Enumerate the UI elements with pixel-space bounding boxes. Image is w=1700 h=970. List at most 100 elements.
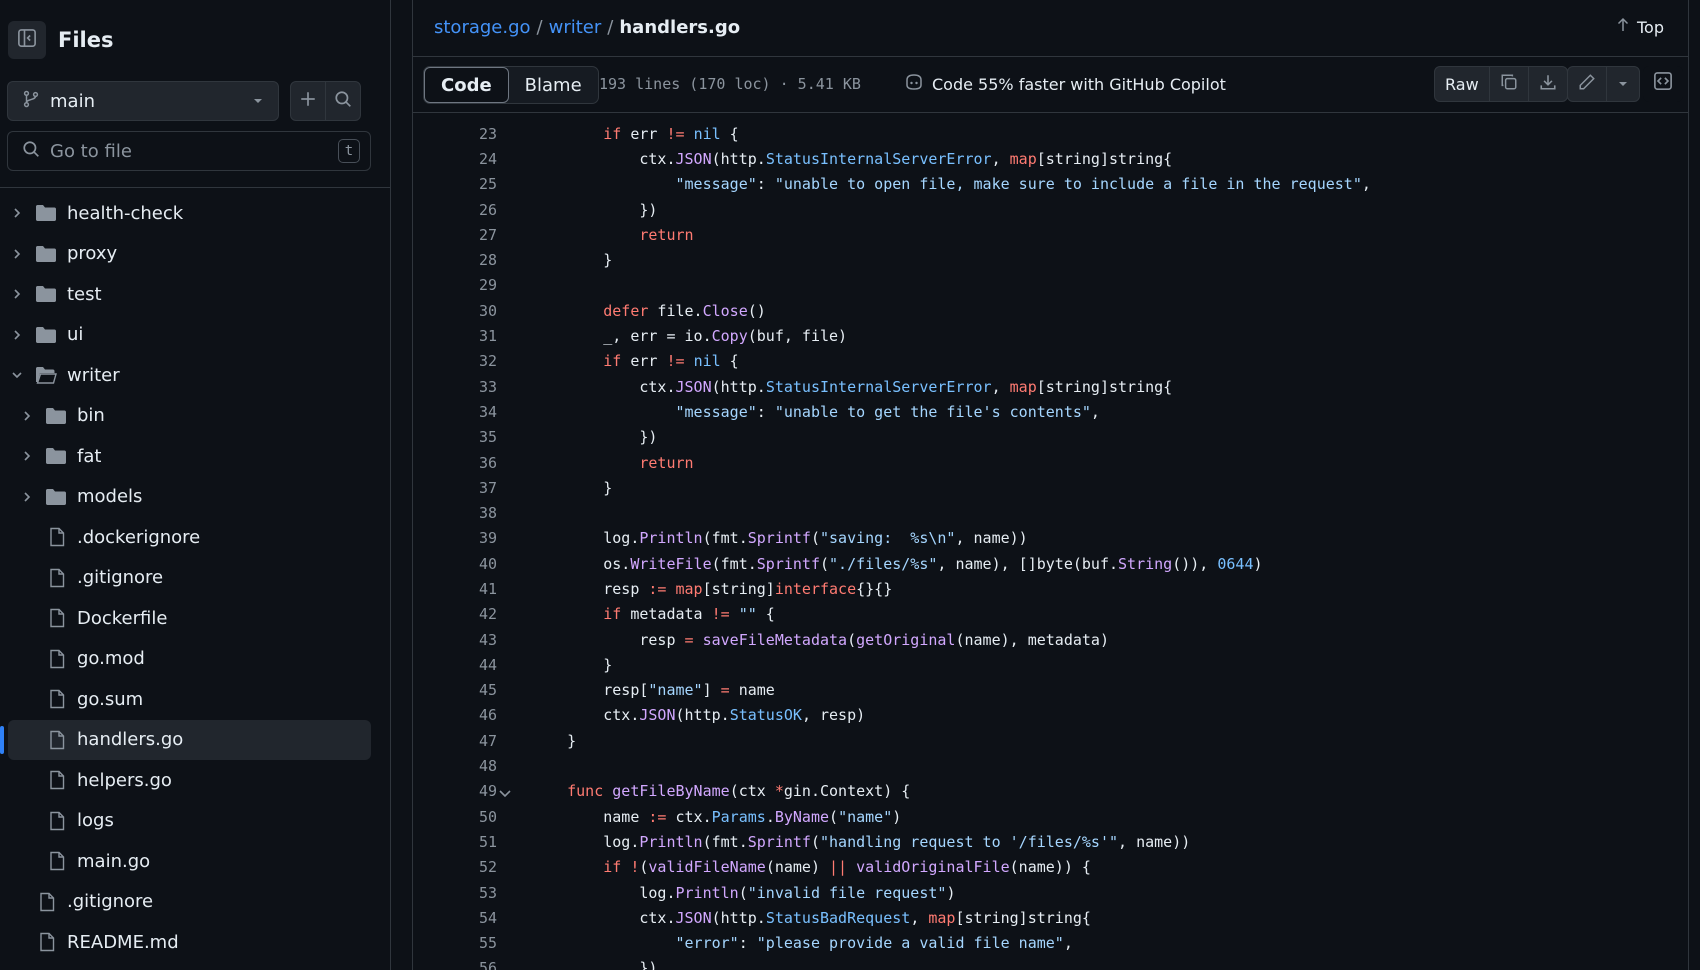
tree-file-dockerignore[interactable]: .dockerignore xyxy=(0,517,390,558)
collapse-sidebar-button[interactable] xyxy=(8,21,46,59)
go-to-file-input[interactable] xyxy=(50,140,338,162)
tree-folder-bin[interactable]: bin xyxy=(0,396,390,437)
line-number[interactable]: 56 xyxy=(437,959,497,970)
copy-raw-button[interactable] xyxy=(1490,67,1529,101)
code-token: Copy xyxy=(711,327,748,346)
file-icon xyxy=(48,851,66,871)
folder-icon xyxy=(45,406,67,426)
code-text: ctx.JSON(http.StatusInternalServerError,… xyxy=(531,150,1172,168)
sidebar-header: Files xyxy=(8,20,113,60)
tree-folder-proxy[interactable]: proxy xyxy=(0,234,390,275)
tree-folder-test[interactable]: test xyxy=(0,274,390,315)
search-code-button[interactable] xyxy=(325,81,361,121)
tree-file-logs[interactable]: logs xyxy=(0,801,390,842)
line-number[interactable]: 25 xyxy=(437,175,497,193)
tree-item-label: .dockerignore xyxy=(77,526,201,548)
code-line: 38 xyxy=(413,500,1689,525)
tree-file-gitignore[interactable]: .gitignore xyxy=(0,882,390,923)
code-token: "please provide a valid file name" xyxy=(756,934,1064,953)
scrollbar[interactable] xyxy=(1688,0,1700,970)
chevron-right-icon[interactable] xyxy=(20,490,34,504)
tree-file-handlers-go[interactable]: handlers.go xyxy=(0,719,371,760)
line-number[interactable]: 46 xyxy=(437,706,497,724)
line-number[interactable]: 43 xyxy=(437,631,497,649)
back-to-top-button[interactable]: Top xyxy=(1616,17,1664,37)
line-number[interactable]: 38 xyxy=(437,504,497,522)
tree-file-helpers-go[interactable]: helpers.go xyxy=(0,760,390,801)
line-number[interactable]: 51 xyxy=(437,833,497,851)
line-number[interactable]: 30 xyxy=(437,302,497,320)
breadcrumb-repo-link[interactable]: storage.go xyxy=(434,17,531,38)
line-number[interactable]: 54 xyxy=(437,909,497,927)
line-number[interactable]: 48 xyxy=(437,757,497,775)
chevron-right-icon[interactable] xyxy=(10,287,24,301)
tree-file-go-mod[interactable]: go.mod xyxy=(0,639,390,680)
chevron-right-icon[interactable] xyxy=(20,449,34,463)
code-line: 49 func getFileByName(ctx *gin.Context) … xyxy=(413,779,1689,804)
code-token: StatusOK xyxy=(729,706,802,725)
code-token: if xyxy=(603,352,622,371)
edit-options-dropdown[interactable] xyxy=(1607,67,1639,101)
line-number[interactable]: 31 xyxy=(437,327,497,345)
tree-folder-models[interactable]: models xyxy=(0,477,390,518)
tab-code[interactable]: Code xyxy=(424,67,509,103)
chevron-right-icon[interactable] xyxy=(10,328,24,342)
branch-selector[interactable]: main xyxy=(7,81,279,121)
tree-file-dockerfile[interactable]: Dockerfile xyxy=(0,598,390,639)
line-number[interactable]: 34 xyxy=(437,403,497,421)
tree-folder-writer[interactable]: writer xyxy=(0,355,390,396)
line-number[interactable]: 33 xyxy=(437,378,497,396)
code-text: defer file.Close() xyxy=(531,302,766,320)
line-number[interactable]: 53 xyxy=(437,884,497,902)
raw-button[interactable]: Raw xyxy=(1435,67,1490,101)
line-number[interactable]: 55 xyxy=(437,934,497,952)
line-number[interactable]: 40 xyxy=(437,555,497,573)
line-number[interactable]: 28 xyxy=(437,251,497,269)
code-token: getFileByName xyxy=(612,782,730,801)
chevron-right-icon[interactable] xyxy=(10,247,24,261)
line-number[interactable]: 24 xyxy=(437,150,497,168)
tree-file-readme-md[interactable]: README.md xyxy=(0,922,390,963)
line-number[interactable]: 23 xyxy=(437,125,497,143)
line-number[interactable]: 41 xyxy=(437,580,497,598)
download-button[interactable] xyxy=(1529,67,1567,101)
code-token: }) xyxy=(531,959,658,970)
line-number[interactable]: 39 xyxy=(437,529,497,547)
chevron-down-icon[interactable] xyxy=(10,368,24,382)
chevron-right-icon[interactable] xyxy=(10,206,24,220)
line-number[interactable]: 42 xyxy=(437,605,497,623)
line-number[interactable]: 29 xyxy=(437,276,497,294)
code-line: 32 if err != nil { xyxy=(413,349,1689,374)
tree-file-go-sum[interactable]: go.sum xyxy=(0,679,390,720)
chevron-right-icon[interactable] xyxy=(20,409,34,423)
line-number[interactable]: 52 xyxy=(437,858,497,876)
tree-folder-fat[interactable]: fat xyxy=(0,436,390,477)
symbols-panel-button[interactable] xyxy=(1643,66,1683,100)
tree-folder-ui[interactable]: ui xyxy=(0,315,390,356)
copy-icon xyxy=(1500,73,1518,95)
line-number[interactable]: 47 xyxy=(437,732,497,750)
tab-blame[interactable]: Blame xyxy=(509,67,598,103)
line-number[interactable]: 44 xyxy=(437,656,497,674)
tree-file-gitignore[interactable]: .gitignore xyxy=(0,558,390,599)
file-tree-sidebar: Files main t health-check proxy test ui writ… xyxy=(0,0,391,970)
code-text: return xyxy=(531,226,693,244)
line-number[interactable]: 27 xyxy=(437,226,497,244)
add-file-button[interactable] xyxy=(290,81,326,121)
copilot-promo-link[interactable]: Code 55% faster with GitHub Copilot xyxy=(904,73,1226,95)
line-number[interactable]: 36 xyxy=(437,454,497,472)
line-number[interactable]: 37 xyxy=(437,479,497,497)
line-number[interactable]: 50 xyxy=(437,808,497,826)
tree-item-label: bin xyxy=(77,405,105,427)
breadcrumb-folder-link[interactable]: writer xyxy=(549,17,602,38)
line-number[interactable]: 35 xyxy=(437,428,497,446)
line-number[interactable]: 32 xyxy=(437,352,497,370)
line-number[interactable]: 26 xyxy=(437,201,497,219)
tree-file-main-go[interactable]: main.go xyxy=(0,841,390,882)
tree-folder-health-check[interactable]: health-check xyxy=(0,193,390,234)
line-number[interactable]: 49 xyxy=(437,782,497,800)
code-text: }) xyxy=(531,959,657,970)
fold-chevron-icon[interactable] xyxy=(498,786,512,804)
edit-file-button[interactable] xyxy=(1568,67,1607,101)
line-number[interactable]: 45 xyxy=(437,681,497,699)
